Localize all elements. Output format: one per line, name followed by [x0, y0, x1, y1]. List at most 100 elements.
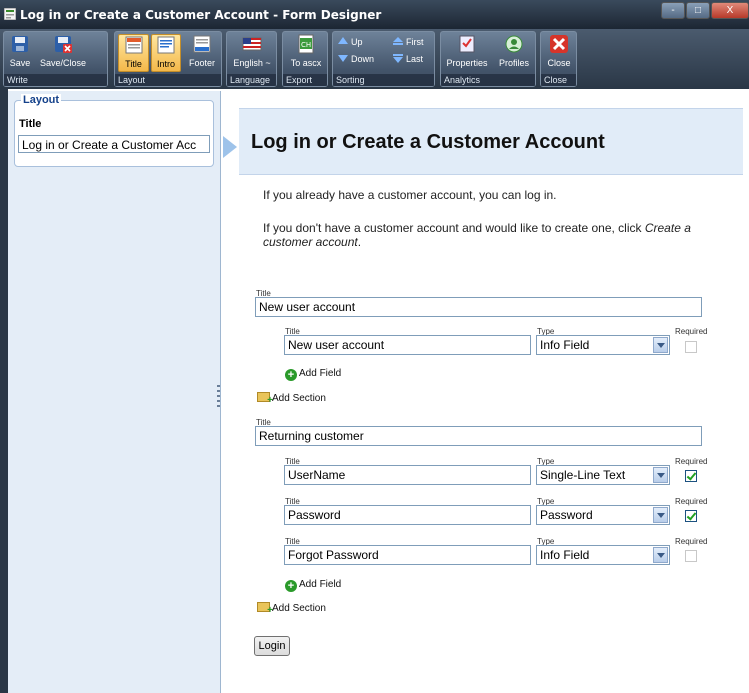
- add-folder-icon: [257, 392, 273, 406]
- move-last-button[interactable]: Last: [393, 54, 423, 64]
- language-button[interactable]: English ~: [229, 34, 275, 72]
- create-account-link-part1: Create a: [644, 221, 691, 235]
- add-circle-icon: +: [285, 369, 297, 381]
- field-title-input[interactable]: UserName: [284, 465, 531, 485]
- layout-group-label: Layout: [115, 74, 221, 86]
- add-field-label: Add Field: [299, 368, 342, 379]
- save-label: Save: [9, 58, 31, 68]
- us-flag-icon: [242, 37, 262, 51]
- language-label: English ~: [233, 58, 271, 68]
- field-required-checkbox[interactable]: [685, 510, 697, 522]
- title-button[interactable]: Title: [118, 34, 149, 72]
- save-close-label: Save/Close: [39, 58, 87, 68]
- chevron-down-icon[interactable]: [653, 507, 668, 523]
- field-required-label: Required: [675, 457, 708, 466]
- footer-button[interactable]: Footer: [185, 34, 219, 72]
- field-type-select[interactable]: Single-Line Text: [536, 465, 670, 485]
- field-type-select[interactable]: Password: [536, 505, 670, 525]
- analytics-group: Properties Profiles Analytics: [440, 31, 536, 87]
- layout-fieldset: Layout Title Log in or Create a Customer…: [14, 94, 214, 167]
- maximize-button[interactable]: □: [686, 2, 710, 19]
- chevron-down-icon[interactable]: [653, 547, 668, 563]
- field-required-checkbox[interactable]: [685, 550, 697, 562]
- field-type-value: Single-Line Text: [540, 468, 626, 482]
- login-button[interactable]: Login: [254, 636, 290, 656]
- add-section-label: Add Section: [272, 393, 326, 404]
- add-section-label: Add Section: [272, 603, 326, 614]
- add-section-button[interactable]: Add Section: [257, 602, 326, 616]
- export-group-label: Export: [283, 74, 327, 86]
- sorting-group-label: Sorting: [333, 74, 434, 86]
- profiles-icon: [505, 35, 523, 53]
- close-label: Close: [547, 58, 571, 68]
- export-ascx-icon: CH: [298, 34, 314, 54]
- up-label: Up: [351, 37, 363, 47]
- move-first-button[interactable]: First: [393, 37, 424, 47]
- save-close-icon: [55, 36, 72, 53]
- chevron-down-icon[interactable]: [653, 337, 668, 353]
- close-button[interactable]: Close: [543, 34, 575, 72]
- up-arrow-icon: [338, 37, 348, 44]
- field-required-label: Required: [675, 537, 708, 546]
- write-group-label: Write: [4, 74, 107, 86]
- section-title-input[interactable]: New user account: [255, 297, 702, 317]
- intro-layout-icon: [157, 36, 175, 54]
- close-group-label: Close: [541, 74, 576, 86]
- intro-button[interactable]: Intro: [151, 34, 181, 72]
- window-title: Log in or Create a Customer Account - Fo…: [20, 8, 382, 22]
- field-required-label: Required: [675, 497, 708, 506]
- field-title-input[interactable]: Forgot Password: [284, 545, 531, 565]
- intro-line-2-text: If you don't have a customer account and…: [263, 221, 645, 235]
- save-button[interactable]: Save: [6, 34, 34, 72]
- save-close-button[interactable]: Save/Close: [38, 34, 88, 72]
- last-arrow-icon: [393, 54, 403, 63]
- add-section-button[interactable]: Add Section: [257, 392, 326, 406]
- move-down-button[interactable]: Down: [338, 54, 374, 64]
- to-ascx-label: To ascx: [290, 58, 322, 68]
- save-icon: [12, 36, 28, 52]
- field-type-select[interactable]: Info Field: [536, 545, 670, 565]
- section-title-input[interactable]: Returning customer: [255, 426, 702, 446]
- layout-legend: Layout: [21, 94, 62, 106]
- analytics-group-label: Analytics: [441, 74, 535, 86]
- form-designer-app-icon: [4, 8, 16, 20]
- title-property-label: Title: [19, 118, 42, 130]
- properties-pane: Layout Title Log in or Create a Customer…: [8, 91, 221, 693]
- field-required-checkbox[interactable]: [685, 470, 697, 482]
- intro-line-2-period: .: [357, 235, 362, 249]
- first-label: First: [406, 37, 424, 47]
- add-circle-icon: +: [285, 580, 297, 592]
- first-arrow-icon: [393, 37, 403, 45]
- properties-label: Properties: [446, 58, 488, 68]
- add-field-button[interactable]: + Add Field: [285, 579, 341, 592]
- last-label: Last: [406, 54, 424, 64]
- profiles-button[interactable]: Profiles: [493, 34, 535, 72]
- title-property-input[interactable]: Log in or Create a Customer Acc: [18, 135, 210, 153]
- add-field-button[interactable]: + Add Field: [285, 368, 341, 381]
- title-bar: Log in or Create a Customer Account - Fo…: [0, 0, 749, 29]
- add-field-label: Add Field: [299, 579, 342, 590]
- title-layout-icon: [125, 36, 142, 54]
- field-required-checkbox[interactable]: [685, 341, 697, 353]
- close-icon: [550, 35, 568, 53]
- field-type-select[interactable]: Info Field: [536, 335, 670, 355]
- sorting-group: Up Down First Last Sorting: [332, 31, 435, 87]
- chevron-down-icon[interactable]: [653, 467, 668, 483]
- field-title-input[interactable]: New user account: [284, 335, 531, 355]
- window-left-edge: [0, 89, 8, 693]
- layout-group: Title Intro Footer Layout: [114, 31, 222, 87]
- title-label: Title: [125, 59, 142, 69]
- close-group: Close Close: [540, 31, 577, 87]
- pane-splitter[interactable]: [217, 385, 220, 407]
- add-folder-icon: [257, 602, 273, 616]
- field-type-value: Info Field: [540, 548, 590, 562]
- intro-line-2: If you don't have a customer account and…: [263, 221, 703, 249]
- language-group: English ~ Language: [226, 31, 277, 87]
- field-title-input[interactable]: Password: [284, 505, 531, 525]
- to-ascx-button[interactable]: CH To ascx: [285, 34, 327, 72]
- minimize-button[interactable]: -: [661, 2, 685, 19]
- close-window-button[interactable]: X: [711, 2, 749, 19]
- move-up-button[interactable]: Up: [338, 37, 363, 47]
- footer-label: Footer: [188, 58, 215, 68]
- properties-button[interactable]: Properties: [443, 34, 491, 72]
